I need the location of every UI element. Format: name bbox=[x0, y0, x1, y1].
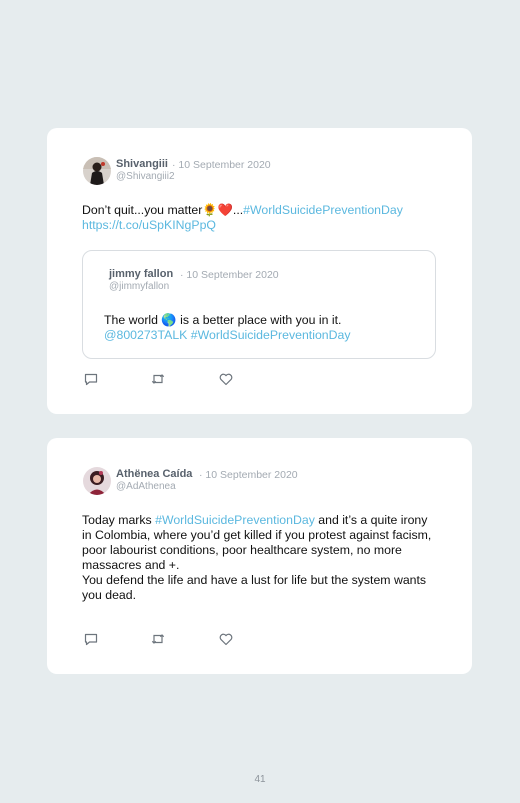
quoted-author-handle[interactable]: @jimmyfallon bbox=[109, 281, 169, 292]
quoted-tweet[interactable]: jimmy fallon · 10 September 2020 @jimmyf… bbox=[82, 250, 436, 359]
tweet-card-shivangiii: Shivangiii · 10 September 2020 @Shivangi… bbox=[47, 128, 472, 414]
tweet-text-dots: ... bbox=[232, 203, 244, 217]
sunflower-heart-emoji: 🌻❤️ bbox=[202, 203, 233, 217]
quoted-text-start: The world bbox=[104, 313, 162, 327]
tweet-text: Today marks #WorldSuicidePreventionDay a… bbox=[82, 513, 432, 603]
tweet-text-start: Today marks bbox=[82, 513, 156, 527]
tweet-date: · 10 September 2020 bbox=[199, 469, 298, 481]
author-handle[interactable]: @Shivangiii2 bbox=[116, 171, 175, 182]
reply-icon[interactable] bbox=[83, 631, 99, 647]
tweet-card-athenea: Athënea Caída · 10 September 2020 @AdAth… bbox=[47, 438, 472, 674]
tweet-actions bbox=[83, 631, 243, 647]
tweet-url-link[interactable]: https://t.co/uSpKINgPpQ bbox=[82, 218, 216, 232]
quoted-author-name[interactable]: jimmy fallon bbox=[109, 268, 173, 280]
retweet-icon[interactable] bbox=[150, 371, 166, 387]
tweet-actions bbox=[83, 371, 243, 387]
quoted-tweet-date: · 10 September 2020 bbox=[180, 269, 279, 281]
heart-icon[interactable] bbox=[218, 371, 234, 387]
avatar[interactable] bbox=[83, 467, 111, 495]
quoted-hashtag-link[interactable]: #WorldSuicidePreventionDay bbox=[191, 328, 351, 342]
hashtag-link[interactable]: #WorldSuicidePreventionDay bbox=[155, 513, 315, 527]
tweet-text-plain: Don’t quit...you matter bbox=[82, 203, 203, 217]
author-handle[interactable]: @AdAthenea bbox=[116, 481, 176, 492]
globe-emoji: 🌎 bbox=[161, 313, 177, 327]
avatar[interactable] bbox=[83, 157, 111, 185]
tweet-text: Don’t quit...you matter🌻❤️...#WorldSuici… bbox=[82, 203, 442, 233]
reply-icon[interactable] bbox=[83, 371, 99, 387]
retweet-icon[interactable] bbox=[150, 631, 166, 647]
author-name[interactable]: Shivangiii bbox=[116, 158, 168, 170]
tweet-text-second: You defend the life and have a lust for … bbox=[82, 573, 427, 602]
mention-link[interactable]: @800273TALK bbox=[104, 328, 187, 342]
author-name[interactable]: Athënea Caída bbox=[116, 468, 192, 480]
tweet-date: · 10 September 2020 bbox=[172, 159, 271, 171]
page-number: 41 bbox=[254, 774, 266, 785]
quoted-text-end: is a better place with you in it. bbox=[176, 313, 342, 327]
hashtag-link[interactable]: #WorldSuicidePreventionDay bbox=[243, 203, 403, 217]
heart-icon[interactable] bbox=[218, 631, 234, 647]
quoted-tweet-text: The world 🌎 is a better place with you i… bbox=[104, 313, 424, 343]
